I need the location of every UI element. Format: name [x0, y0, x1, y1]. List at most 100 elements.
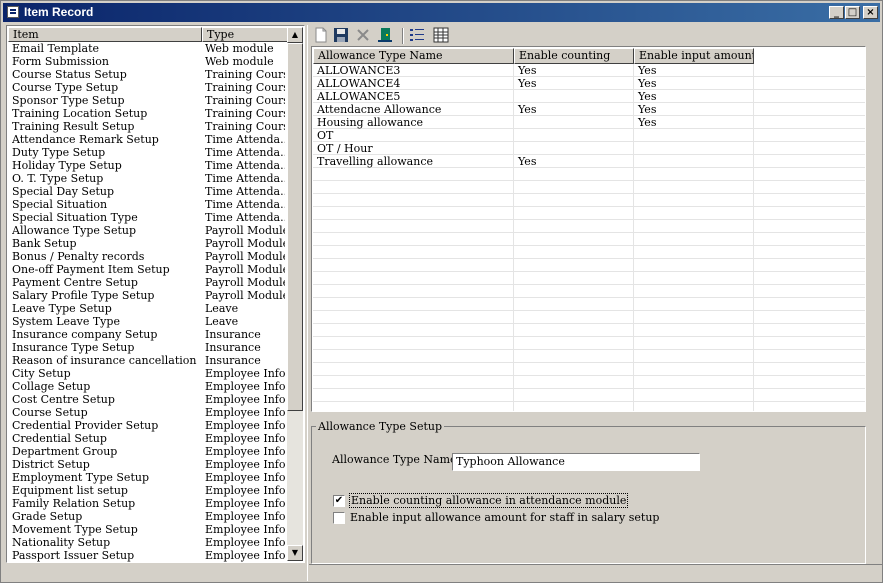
list-item[interactable]: Attendance Remark Setup Time Attenda... [8, 133, 288, 146]
list-item[interactable]: Family Relation Setup Employee Info. [8, 497, 288, 510]
scroll-down-button[interactable]: ▼ [287, 545, 303, 561]
list-item[interactable]: O. T. Type Setup Time Attenda... [8, 172, 288, 185]
table-row[interactable] [313, 311, 865, 324]
list-item[interactable]: Salary Profile Type Setup Payroll Module [8, 289, 288, 302]
enable-counting-checkbox[interactable]: ✔ [333, 495, 345, 507]
column-header-enable-counting[interactable]: Enable counting [514, 48, 634, 64]
list-item[interactable]: Special Situation Type Time Attenda... [8, 211, 288, 224]
list-item[interactable]: Training Result Setup Training Course [8, 120, 288, 133]
list-item[interactable]: Sponsor Type Setup Training Course [8, 94, 288, 107]
list-item[interactable]: Movement Type Setup Employee Info. [8, 523, 288, 536]
table-row[interactable] [313, 259, 865, 272]
list-item[interactable]: Equipment list setup Employee Info. [8, 484, 288, 497]
list-item[interactable]: Course Setup Employee Info. [8, 406, 288, 419]
list-item[interactable]: Grade Setup Employee Info. [8, 510, 288, 523]
list-item[interactable]: Insurance company Setup Insurance [8, 328, 288, 341]
column-header-enable-input-amount[interactable]: Enable input amount [634, 48, 754, 64]
list-item[interactable]: Credential Setup Employee Info. [8, 432, 288, 445]
list-item[interactable]: Special Situation Time Attenda... [8, 198, 288, 211]
table-row[interactable]: Housing allowance Yes [313, 116, 865, 129]
list-item[interactable]: One-off Payment Item Setup Payroll Module [8, 263, 288, 276]
list-item[interactable]: District Setup Employee Info. [8, 458, 288, 471]
table-row[interactable]: OT / Hour [313, 142, 865, 155]
list-item[interactable]: Department Group Employee Info. [8, 445, 288, 458]
list-item[interactable]: Duty Type Setup Time Attenda... [8, 146, 288, 159]
item-list[interactable]: Item Type Email Template Web module Form S… [6, 25, 305, 563]
allowance-type-name-input[interactable]: Typhoon Allowance [452, 453, 700, 471]
maximize-button[interactable]: □ [845, 6, 860, 19]
table-row[interactable]: OT [313, 129, 865, 142]
table-row[interactable] [313, 285, 865, 298]
list-item[interactable]: Bonus / Penalty records Payroll Module [8, 250, 288, 263]
table-row[interactable] [313, 363, 865, 376]
table-row[interactable] [313, 376, 865, 389]
enable-counting-label[interactable]: Enable counting allowance in attendance … [349, 493, 629, 508]
column-header-type[interactable]: Type [202, 27, 288, 42]
new-button[interactable] [313, 27, 331, 45]
allowance-type-name-label: Allowance Type Name [332, 453, 457, 466]
list-item-type: Employee Info. [205, 510, 285, 523]
table-row[interactable]: ALLOWANCE5 Yes [313, 90, 865, 103]
table-row[interactable] [313, 194, 865, 207]
table-row[interactable]: Travelling allowance Yes [313, 155, 865, 168]
table-row[interactable] [313, 207, 865, 220]
table-row[interactable] [313, 246, 865, 259]
list-item[interactable]: Email Template Web module [8, 42, 288, 55]
title-bar[interactable]: Item Record _ □ × [3, 3, 880, 22]
list-item[interactable]: Course Type Setup Training Course [8, 81, 288, 94]
list-item[interactable]: Allowance Type Setup Payroll Module [8, 224, 288, 237]
list-item[interactable]: Training Location Setup Training Course [8, 107, 288, 120]
list-item[interactable]: Credential Provider Setup Employee Info. [8, 419, 288, 432]
cell-allowance-type-name: Travelling allowance [317, 155, 433, 168]
item-list-scrollbar[interactable]: ▲ ▼ [287, 27, 303, 561]
table-row[interactable] [313, 272, 865, 285]
list-item-name: Form Submission [12, 55, 109, 68]
table-row[interactable] [313, 168, 865, 181]
table-row[interactable] [313, 298, 865, 311]
list-item-type: Insurance [205, 328, 261, 341]
allowance-grid[interactable]: Allowance Type Name Enable counting Enab… [311, 46, 866, 412]
save-button[interactable] [333, 27, 351, 45]
exit-button[interactable] [377, 27, 395, 45]
table-row[interactable] [313, 402, 865, 411]
enable-input-amount-checkbox[interactable] [333, 512, 345, 524]
column-header-allowance-type-name[interactable]: Allowance Type Name [313, 48, 514, 64]
list-item-name: Attendance Remark Setup [12, 133, 159, 146]
table-row[interactable]: ALLOWANCE3 Yes Yes [313, 64, 865, 77]
minimize-button[interactable]: _ [829, 6, 844, 19]
list-item[interactable]: Holiday Type Setup Time Attenda... [8, 159, 288, 172]
list-item[interactable]: Form Submission Web module [8, 55, 288, 68]
table-row[interactable]: ALLOWANCE4 Yes Yes [313, 77, 865, 90]
list-item[interactable]: Cost Centre Setup Employee Info. [8, 393, 288, 406]
delete-button[interactable] [355, 27, 373, 45]
list-view-button[interactable] [409, 27, 427, 45]
scroll-thumb[interactable] [287, 43, 303, 411]
list-item[interactable]: City Setup Employee Info. [8, 367, 288, 380]
table-row[interactable] [313, 233, 865, 246]
pane-splitter[interactable] [307, 25, 308, 581]
table-row[interactable]: Attendacne Allowance Yes Yes [313, 103, 865, 116]
list-item[interactable]: Nationality Setup Employee Info. [8, 536, 288, 549]
grid-view-button[interactable] [433, 27, 451, 45]
list-item[interactable]: Course Status Setup Training Course [8, 68, 288, 81]
list-item[interactable]: Collage Setup Employee Info. [8, 380, 288, 393]
close-button[interactable]: × [863, 6, 878, 19]
column-header-item[interactable]: Item [8, 27, 202, 42]
list-item[interactable]: Special Day Setup Time Attenda... [8, 185, 288, 198]
list-item[interactable]: Passport Issuer Setup Employee Info. [8, 549, 288, 562]
list-item[interactable]: Leave Type Setup Leave [8, 302, 288, 315]
table-row[interactable] [313, 389, 865, 402]
table-row[interactable] [313, 220, 865, 233]
table-row[interactable] [313, 324, 865, 337]
enable-input-amount-label[interactable]: Enable input allowance amount for staff … [350, 511, 659, 524]
table-row[interactable] [313, 350, 865, 363]
table-row[interactable] [313, 181, 865, 194]
list-item[interactable]: Reason of insurance cancellation Setup In… [8, 354, 288, 367]
list-item[interactable]: Bank Setup Payroll Module [8, 237, 288, 250]
list-item[interactable]: Insurance Type Setup Insurance [8, 341, 288, 354]
scroll-up-button[interactable]: ▲ [287, 27, 303, 43]
table-row[interactable] [313, 337, 865, 350]
list-item[interactable]: Employment Type Setup Employee Info. [8, 471, 288, 484]
list-item[interactable]: Payment Centre Setup Payroll Module [8, 276, 288, 289]
list-item[interactable]: System Leave Type Leave [8, 315, 288, 328]
